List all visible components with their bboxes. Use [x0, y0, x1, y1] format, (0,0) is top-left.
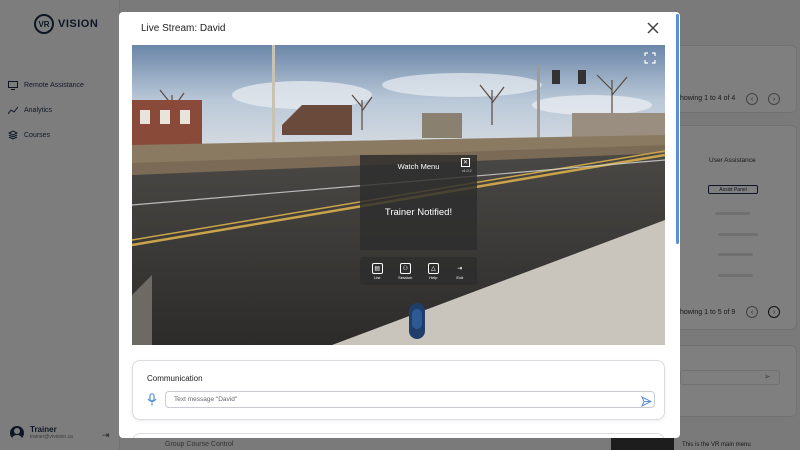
- session-icon: ⚇: [399, 262, 411, 274]
- message-input[interactable]: [165, 391, 655, 408]
- fullscreen-icon[interactable]: [644, 51, 656, 64]
- close-icon[interactable]: [646, 21, 660, 35]
- watch-menu-session-button: ⚇ Session: [398, 262, 413, 280]
- watch-menu-list-button: ▤ List: [371, 262, 383, 280]
- button-label: Help: [429, 274, 438, 280]
- live-stream-modal: Live Stream: David Watch Menu ✕ v1.0.2 T…: [119, 12, 680, 438]
- list-icon: ▤: [371, 262, 383, 274]
- watch-menu-title: Watch Menu: [397, 162, 440, 171]
- watch-menu-exit-button: ⇥ Exit: [454, 263, 465, 280]
- group-course-card: [132, 433, 665, 438]
- vr-controller: [409, 303, 425, 339]
- close-icon: ✕: [461, 158, 470, 167]
- watch-menu-help-button: △ Help: [427, 262, 439, 280]
- communication-title: Communication: [147, 374, 203, 383]
- status-message: Trainer Notified!: [384, 207, 453, 218]
- communication-card: Communication: [132, 360, 665, 420]
- group-course-title: Group Course Control: [165, 441, 234, 448]
- modal-title: Live Stream: David: [141, 23, 226, 34]
- watch-menu-toolbar: ▤ List ⚇ Session △ Help ⇥ Exit: [360, 257, 477, 285]
- scrollbar[interactable]: [676, 14, 679, 244]
- watch-menu-panel: Watch Menu ✕ v1.0.2 Trainer Notified!: [360, 155, 477, 250]
- live-stream-video[interactable]: Watch Menu ✕ v1.0.2 Trainer Notified! ▤ …: [132, 45, 665, 345]
- exit-icon: ⇥: [457, 265, 463, 272]
- microphone-icon[interactable]: [147, 393, 157, 406]
- send-icon[interactable]: [640, 394, 653, 408]
- button-label: Session: [398, 274, 413, 280]
- button-label: List: [374, 274, 381, 280]
- button-label: Exit: [456, 274, 464, 280]
- help-icon: △: [427, 262, 439, 274]
- version-label: v1.0.2: [462, 169, 472, 173]
